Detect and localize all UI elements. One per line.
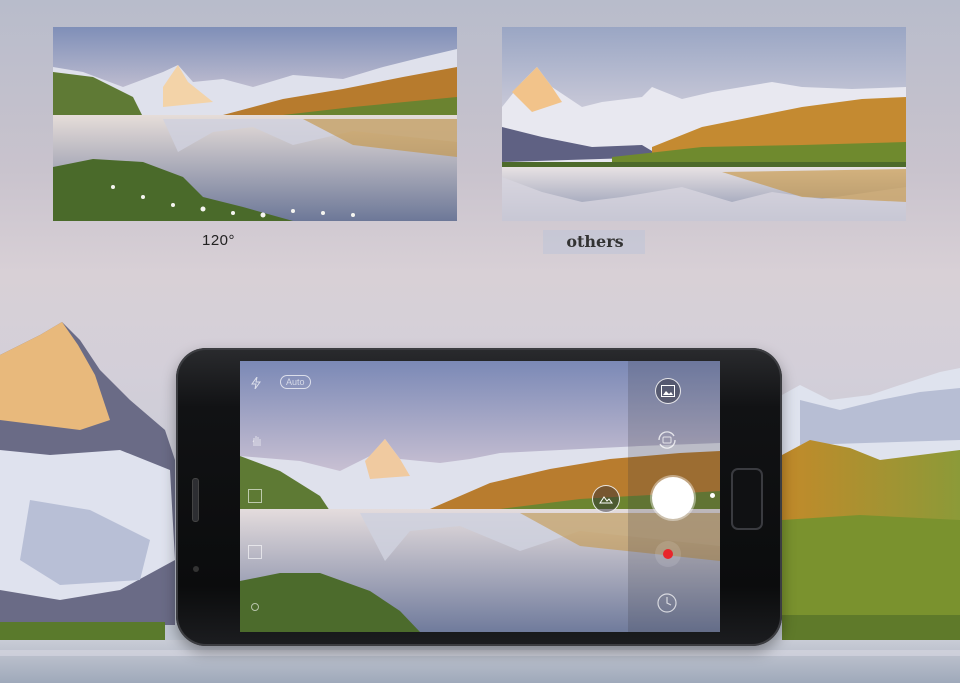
caption-others: others [543, 230, 645, 254]
caption-120-degree: 120° [202, 232, 236, 249]
hand-icon[interactable] [250, 433, 264, 447]
wide-angle-photo [53, 27, 457, 221]
timer-icon[interactable] [655, 591, 679, 615]
record-icon[interactable] [655, 541, 681, 567]
camera-viewfinder: Auto [240, 361, 720, 632]
flash-icon[interactable] [250, 377, 262, 389]
earpiece-slot [192, 478, 199, 522]
gallery-icon[interactable] [655, 378, 681, 404]
exposure-icon[interactable] [248, 489, 262, 503]
standard-angle-photo [502, 27, 906, 221]
settings-icon[interactable] [249, 601, 261, 613]
mode-indicator-dot [710, 493, 715, 498]
camera-control-panel [628, 361, 720, 632]
auto-mode-icon[interactable]: Auto [280, 375, 311, 389]
shutter-button[interactable] [652, 477, 694, 519]
hdr-icon[interactable] [248, 545, 262, 559]
home-button[interactable] [731, 468, 763, 530]
switch-camera-icon[interactable] [654, 427, 680, 453]
landscape-icon[interactable] [592, 485, 620, 513]
front-camera [193, 566, 199, 572]
